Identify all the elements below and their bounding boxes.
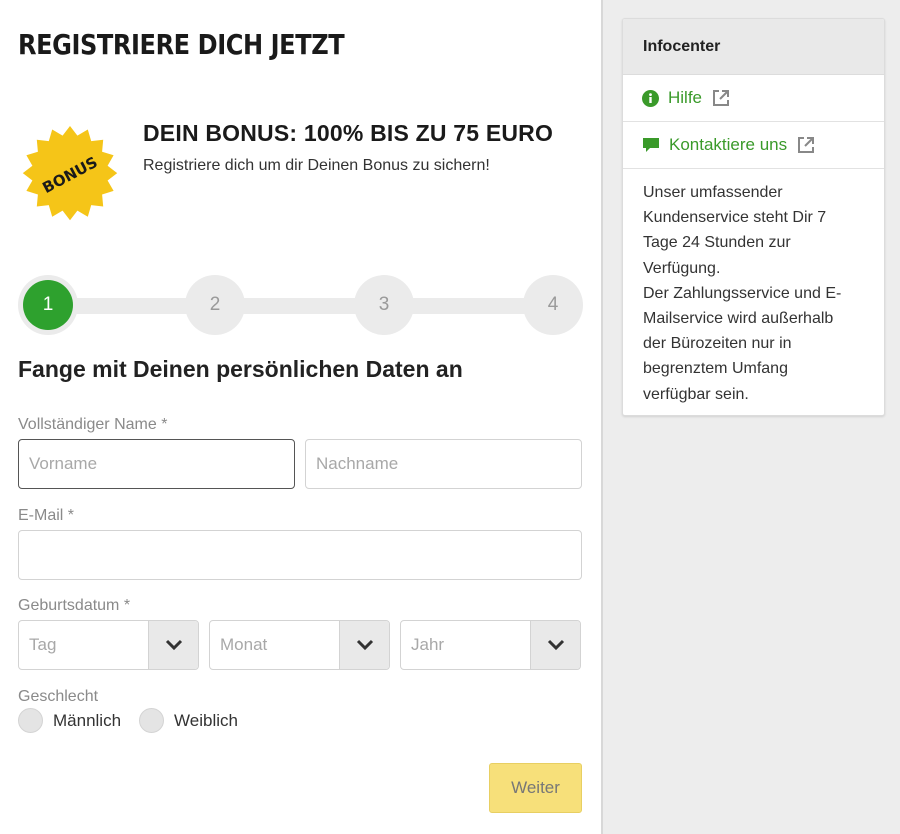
step-1-label: 1 xyxy=(23,280,73,330)
year-select-toggle[interactable] xyxy=(530,621,580,669)
section-title: Fange mit Deinen persönlichen Daten an xyxy=(18,356,463,382)
external-link-icon xyxy=(712,89,730,107)
next-button[interactable]: Weiter xyxy=(489,763,582,813)
chevron-down-icon xyxy=(165,639,182,651)
bonus-seal-icon: BONUS xyxy=(22,126,118,221)
gender-options: Männlich Weiblich xyxy=(18,708,256,733)
info-circle-icon xyxy=(642,89,659,107)
info-text-line: Verfügung. xyxy=(643,259,721,277)
name-label: Vollständiger Name * xyxy=(18,416,168,433)
chevron-down-icon xyxy=(356,639,373,651)
info-text-line: Mailservice wird außerhalb xyxy=(643,310,834,328)
gender-label-male[interactable]: Männlich xyxy=(53,711,121,731)
step-4: 4 xyxy=(523,275,583,335)
day-select-value: Tag xyxy=(29,635,57,654)
gender-label: Geschlecht xyxy=(18,688,99,705)
email-label: E-Mail * xyxy=(18,507,75,524)
chat-bubble-icon xyxy=(642,137,660,154)
gender-radio-male[interactable] xyxy=(18,708,43,733)
info-text-line: verfügbar sein. xyxy=(643,385,749,403)
contact-link-label[interactable]: Kontaktiere uns xyxy=(669,135,787,155)
first-name-field[interactable] xyxy=(18,439,295,489)
help-link-label[interactable]: Hilfe xyxy=(668,88,702,108)
month-select-value: Monat xyxy=(220,635,268,654)
year-select[interactable]: Jahr xyxy=(400,620,581,670)
year-select-value: Jahr xyxy=(411,635,445,654)
infocenter-text: Unser umfassender Kundenservice steht Di… xyxy=(623,169,884,407)
page-title: REGISTRIERE DICH JETZT xyxy=(18,28,345,61)
last-name-field[interactable] xyxy=(305,439,582,489)
email-field[interactable] xyxy=(18,530,582,580)
step-2: 2 xyxy=(185,275,245,335)
step-3: 3 xyxy=(354,275,414,335)
infocenter-card: Infocenter Hilfe Kontaktiere uns Unser u… xyxy=(622,18,885,416)
external-link-icon xyxy=(797,136,815,154)
info-text-line: begrenztem Umfang xyxy=(643,360,788,378)
gender-radio-female[interactable] xyxy=(139,708,165,733)
gender-label-female[interactable]: Weiblich xyxy=(174,711,238,731)
bonus-badge: BONUS xyxy=(16,120,124,228)
bonus-title: DEIN BONUS: 100% BIS ZU 75 EURO xyxy=(143,120,554,146)
registration-panel: REGISTRIERE DICH JETZT BONUS DEIN BONUS:… xyxy=(0,0,603,834)
info-text-line: Unser umfassender xyxy=(643,184,783,201)
bonus-subtitle: Registriere dich um dir Deinen Bonus zu … xyxy=(143,157,490,174)
day-select-toggle[interactable] xyxy=(148,621,198,669)
help-link[interactable]: Hilfe xyxy=(623,75,884,122)
contact-link[interactable]: Kontaktiere uns xyxy=(623,122,884,169)
stepper-track xyxy=(48,298,553,314)
infocenter-title: Infocenter xyxy=(623,19,884,75)
info-text-line: der Bürozeiten nur in xyxy=(643,335,792,353)
birthdate-label: Geburtsdatum * xyxy=(18,597,131,614)
info-text-line: Der Zahlungsservice und E- xyxy=(643,284,842,302)
month-select[interactable]: Monat xyxy=(209,620,390,670)
day-select[interactable]: Tag xyxy=(18,620,199,670)
info-text-line: Tage 24 Stunden zur xyxy=(643,234,791,252)
month-select-toggle[interactable] xyxy=(339,621,389,669)
chevron-down-icon xyxy=(547,639,564,651)
progress-stepper: 1 2 3 4 xyxy=(18,275,583,337)
step-1: 1 xyxy=(18,275,78,335)
info-text-line: Kundenservice steht Dir 7 xyxy=(643,209,827,227)
